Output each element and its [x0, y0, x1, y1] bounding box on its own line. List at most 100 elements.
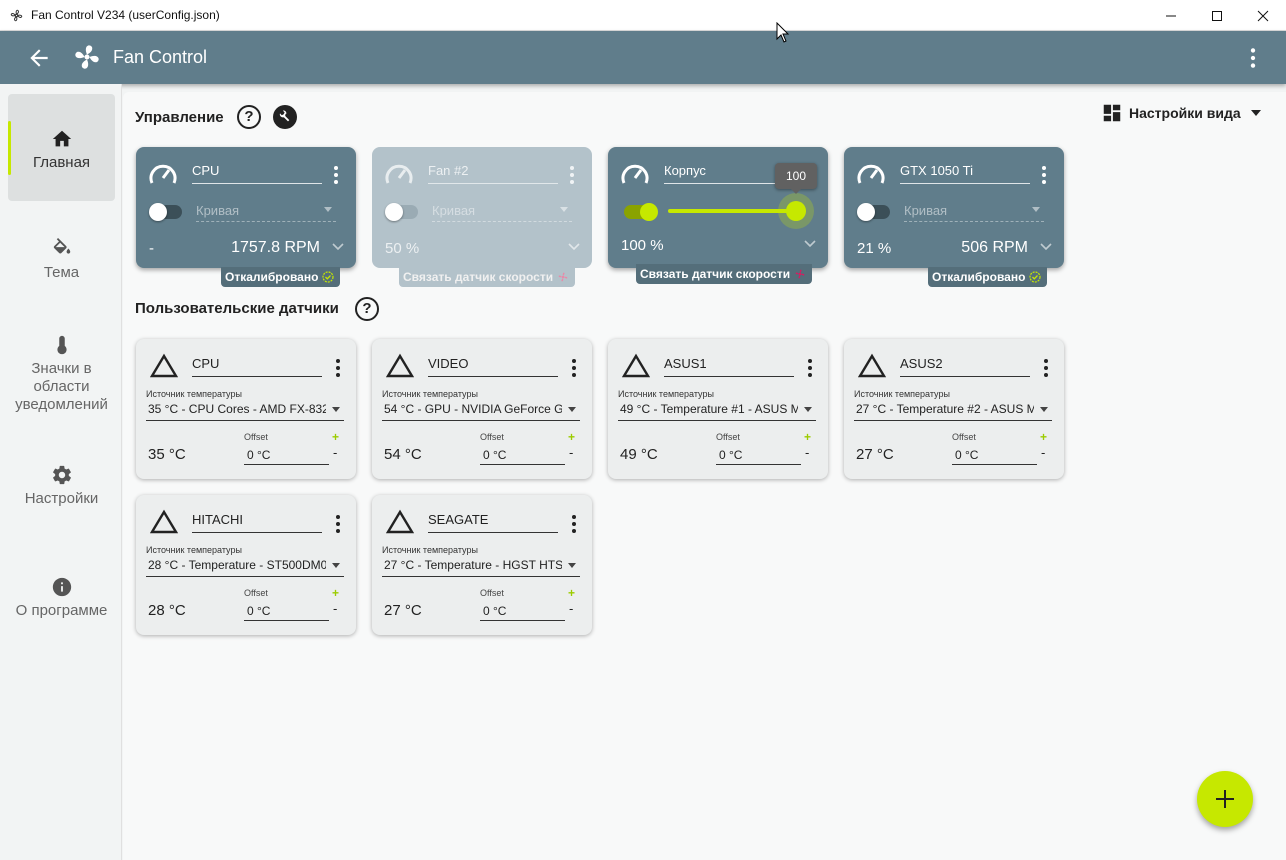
manual-toggle[interactable]: [385, 203, 418, 221]
triangle-sensor-icon: [150, 353, 178, 378]
unlinked-fan-icon: [795, 269, 805, 279]
offset-input[interactable]: 0 °C: [480, 448, 565, 465]
offset-label: Offset: [244, 588, 268, 598]
calibrated-badge[interactable]: Откалибровано: [928, 267, 1048, 287]
offset-increase-button[interactable]: +: [1040, 430, 1047, 444]
close-button[interactable]: [1240, 0, 1286, 31]
maximize-button[interactable]: [1194, 0, 1240, 31]
control-name[interactable]: Fan #2: [428, 163, 558, 184]
source-value: 54 °C - GPU - NVIDIA GeForce GTX: [384, 402, 562, 416]
controls-help-button[interactable]: ?: [237, 105, 261, 129]
more-vert-icon[interactable]: [1043, 358, 1049, 378]
control-card-case: Корпус 100 100 %: [608, 147, 828, 268]
temperature-source-select[interactable]: 27 °C - Temperature - HGST HTS7: [382, 557, 580, 577]
temperature-source-select[interactable]: 27 °C - Temperature #2 - ASUS M5: [854, 401, 1052, 421]
fan-logo-icon: [10, 9, 23, 22]
dashboard-icon: [1103, 104, 1121, 122]
temperature-source-select[interactable]: 49 °C - Temperature #1 - ASUS M5: [618, 401, 816, 421]
sidebar-item-tray-icons[interactable]: Значки в области уведомлений: [8, 332, 115, 422]
temperature-source-select[interactable]: 35 °C - CPU Cores - AMD FX-8320: [146, 401, 344, 421]
offset-decrease-button[interactable]: -: [333, 445, 337, 460]
source-label: Источник температуры: [382, 389, 478, 399]
link-speed-sensor-badge[interactable]: Связать датчик скорости: [636, 264, 813, 284]
minimize-button[interactable]: [1148, 0, 1194, 31]
chevron-down-icon[interactable]: [1040, 243, 1052, 251]
sensor-name[interactable]: CPU: [192, 356, 322, 377]
manual-toggle[interactable]: [857, 203, 890, 221]
more-vert-icon[interactable]: [1240, 45, 1266, 71]
sidebar-item-settings[interactable]: Настройки: [8, 462, 115, 522]
control-percent: 21 %: [857, 240, 892, 257]
sensor-name[interactable]: ASUS2: [900, 356, 1030, 377]
more-vert-icon[interactable]: [333, 165, 339, 185]
sidebar-item-label: О программе: [15, 602, 108, 619]
sidebar-item-home[interactable]: Главная: [8, 94, 115, 201]
app-title: Fan Control: [113, 47, 208, 67]
offset-decrease-button[interactable]: -: [569, 601, 573, 616]
offset-input[interactable]: 0 °C: [952, 448, 1037, 465]
offset-increase-button[interactable]: +: [568, 586, 575, 600]
dropdown-arrow-icon: [804, 407, 812, 412]
offset-increase-button[interactable]: +: [804, 430, 811, 444]
offset-decrease-button[interactable]: -: [1041, 445, 1045, 460]
sidebar-item-theme[interactable]: Тема: [8, 232, 115, 292]
curve-select[interactable]: Кривая: [432, 203, 572, 222]
calibrated-badge[interactable]: Откалибровано: [221, 267, 341, 287]
more-vert-icon[interactable]: [571, 358, 577, 378]
chevron-down-icon[interactable]: [568, 243, 580, 251]
curve-select[interactable]: Кривая: [904, 203, 1044, 222]
more-vert-icon[interactable]: [1041, 165, 1047, 185]
chevron-down-icon[interactable]: [804, 240, 816, 248]
chevron-down-icon[interactable]: [332, 243, 344, 251]
temperature-source-select[interactable]: 28 °C - Temperature - ST500DM00: [146, 557, 344, 577]
sensor-name[interactable]: HITACHI: [192, 512, 322, 533]
offset-input[interactable]: 0 °C: [480, 604, 565, 621]
sensor-name[interactable]: ASUS1: [664, 356, 794, 377]
sidebar-item-label: Тема: [43, 264, 80, 281]
badge-label: Связать датчик скорости: [640, 267, 791, 281]
speed-slider-thumb[interactable]: [786, 201, 806, 221]
offset-input[interactable]: 0 °C: [244, 604, 329, 621]
control-percent: -: [149, 240, 154, 257]
control-name[interactable]: Корпус: [664, 163, 776, 184]
curve-select-value: Кривая: [196, 203, 240, 218]
sensor-name[interactable]: SEAGATE: [428, 512, 558, 533]
add-button[interactable]: [1197, 771, 1253, 827]
source-value: 27 °C - Temperature - HGST HTS7: [384, 558, 562, 572]
offset-input[interactable]: 0 °C: [244, 448, 329, 465]
manual-toggle[interactable]: [624, 203, 658, 221]
temperature-source-select[interactable]: 54 °C - GPU - NVIDIA GeForce GTX: [382, 401, 580, 421]
offset-increase-button[interactable]: +: [332, 430, 339, 444]
wrench-icon: [279, 110, 290, 122]
more-vert-icon[interactable]: [807, 358, 813, 378]
control-name[interactable]: CPU: [192, 163, 322, 184]
offset-decrease-button[interactable]: -: [569, 445, 573, 460]
view-settings-label: Настройки вида: [1129, 105, 1241, 121]
more-vert-icon[interactable]: [335, 358, 341, 378]
link-speed-sensor-badge[interactable]: Связать датчик скорости: [399, 267, 576, 287]
offset-decrease-button[interactable]: -: [805, 445, 809, 460]
offset-increase-button[interactable]: +: [568, 430, 575, 444]
offset-decrease-button[interactable]: -: [333, 601, 337, 616]
badge-label: Связать датчик скорости: [403, 270, 554, 284]
unlinked-fan-icon: [558, 272, 568, 282]
offset-increase-button[interactable]: +: [332, 586, 339, 600]
source-label: Источник температуры: [854, 389, 950, 399]
manual-toggle[interactable]: [149, 203, 182, 221]
back-arrow-icon[interactable]: [26, 45, 52, 71]
control-name[interactable]: GTX 1050 Ti: [900, 163, 1030, 184]
sidebar-item-label: Значки в области уведомлений: [15, 360, 108, 413]
sensors-help-button[interactable]: ?: [355, 297, 379, 321]
offset-label: Offset: [244, 432, 268, 442]
offset-input[interactable]: 0 °C: [716, 448, 801, 465]
minimize-icon: [1166, 15, 1176, 16]
curve-select[interactable]: Кривая: [196, 203, 336, 222]
sidebar-item-about[interactable]: О программе: [8, 574, 115, 634]
more-vert-icon[interactable]: [569, 165, 575, 185]
more-vert-icon[interactable]: [335, 514, 341, 534]
view-settings-dropdown[interactable]: Настройки вида: [1101, 101, 1261, 125]
speed-slider-track[interactable]: [668, 209, 798, 213]
sensor-name[interactable]: VIDEO: [428, 356, 558, 377]
more-vert-icon[interactable]: [571, 514, 577, 534]
calibration-wrench-button[interactable]: [273, 105, 297, 129]
